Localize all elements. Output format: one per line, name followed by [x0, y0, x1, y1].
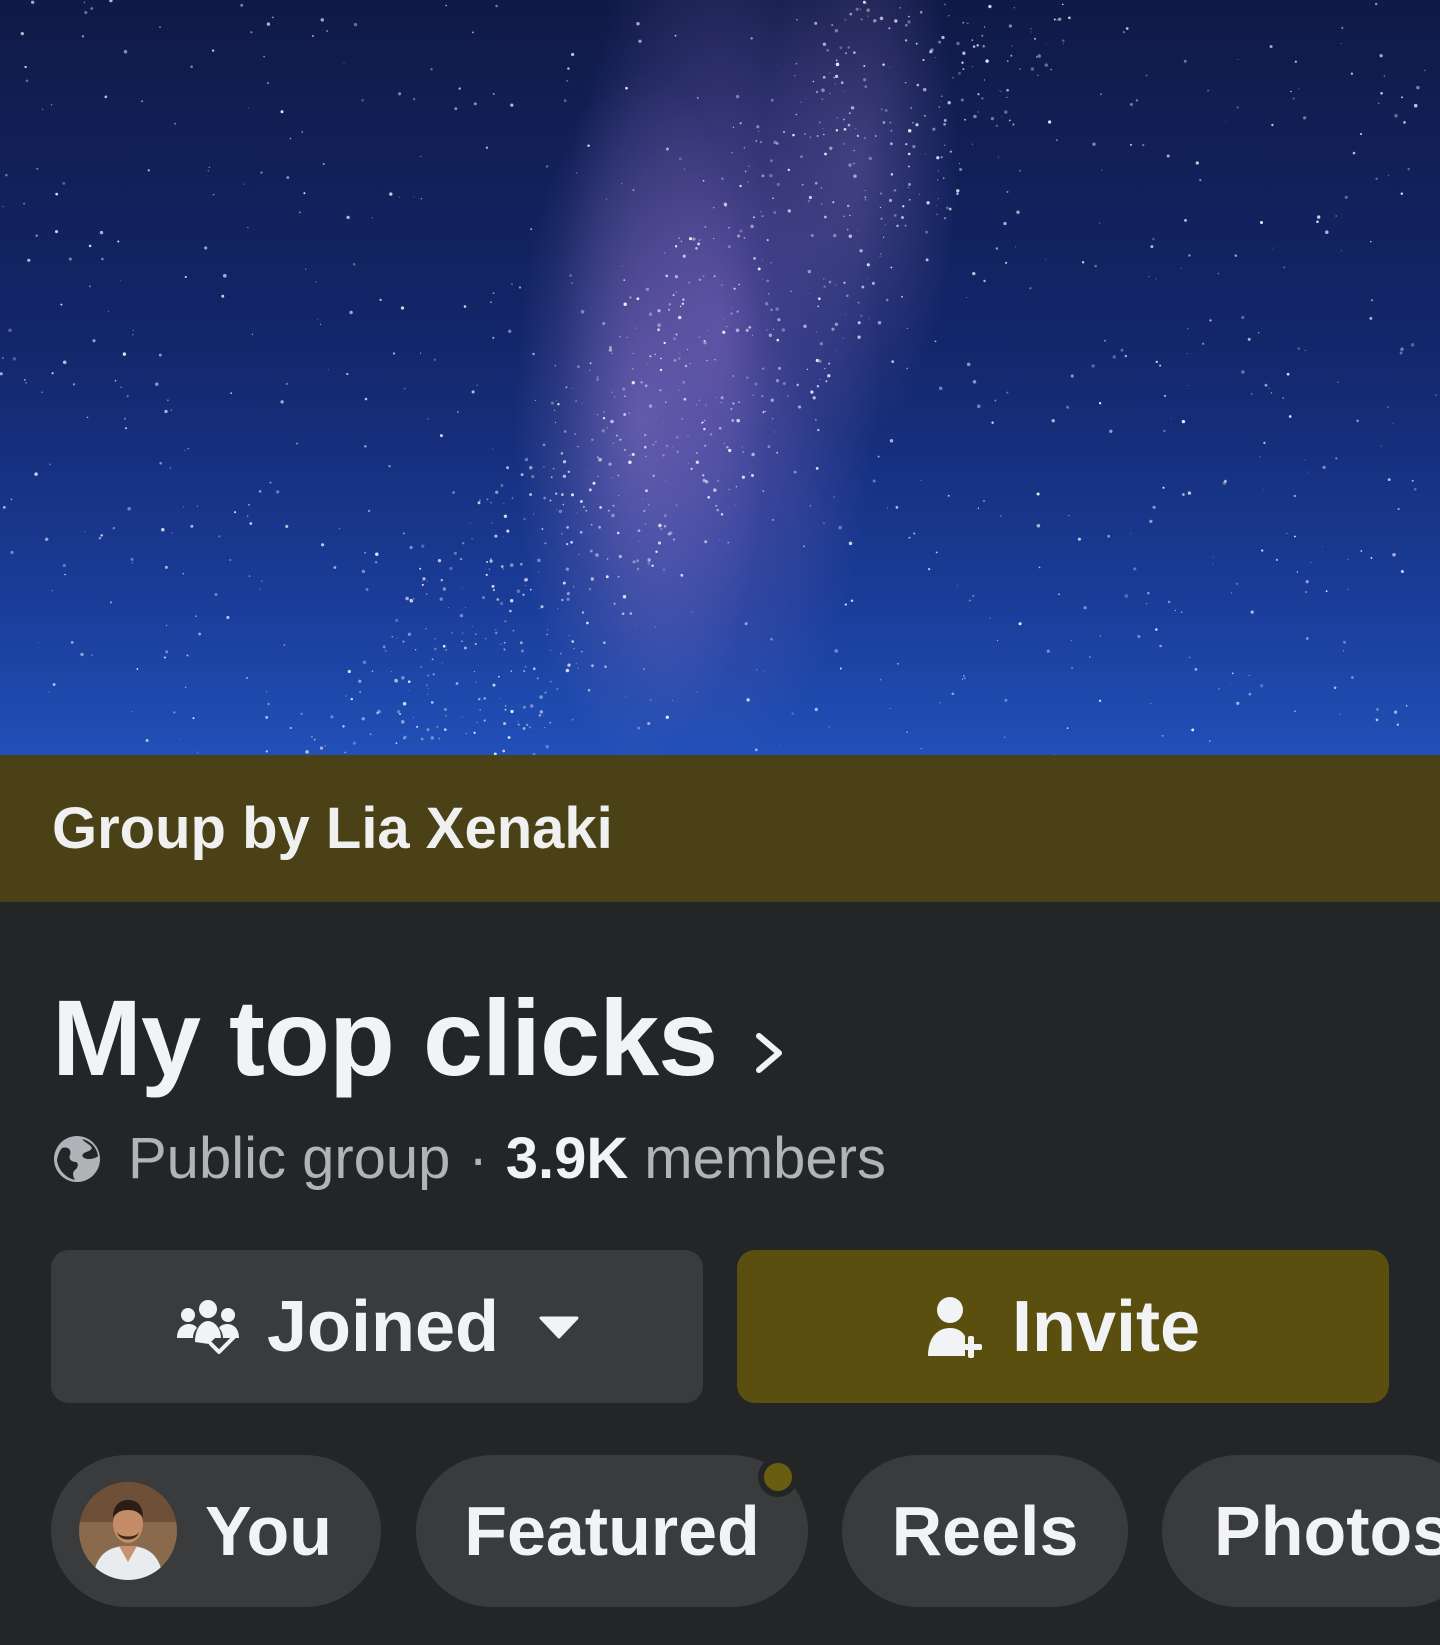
tab-reels-label: Reels [891, 1492, 1079, 1570]
group-owner-label: Group by Lia Xenaki [52, 796, 613, 861]
tab-featured-label: Featured [464, 1492, 760, 1570]
notification-dot [758, 1457, 798, 1497]
member-count[interactable]: 3.9K [506, 1125, 629, 1192]
caret-down-icon [539, 1316, 579, 1338]
tab-you-label: You [205, 1492, 333, 1570]
tab-photos[interactable]: Photos [1162, 1455, 1440, 1607]
tab-featured[interactable]: Featured [416, 1455, 808, 1607]
avatar [79, 1482, 177, 1580]
tab-photos-label: Photos [1214, 1492, 1440, 1570]
invite-label: Invite [1011, 1286, 1201, 1367]
joined-label: Joined [266, 1286, 500, 1367]
meta-separator: · [468, 1126, 488, 1191]
joined-button[interactable]: Joined [51, 1250, 703, 1403]
tab-you[interactable]: You [51, 1455, 381, 1607]
starfield [0, 0, 1437, 755]
group-meta: Public group · 3.9K members [52, 1125, 886, 1192]
group-check-icon [176, 1299, 239, 1354]
privacy-label: Public group [128, 1126, 451, 1191]
group-title-row[interactable]: My top clicks [52, 975, 787, 1100]
tab-reels[interactable]: Reels [842, 1455, 1128, 1607]
member-label[interactable]: members [644, 1125, 886, 1192]
invite-button[interactable]: Invite [737, 1250, 1389, 1403]
group-title[interactable]: My top clicks [52, 975, 718, 1100]
globe-icon [54, 1135, 100, 1182]
person-add-icon [927, 1296, 982, 1358]
chevron-right-icon[interactable] [753, 1028, 787, 1078]
cover-photo[interactable] [0, 0, 1440, 755]
